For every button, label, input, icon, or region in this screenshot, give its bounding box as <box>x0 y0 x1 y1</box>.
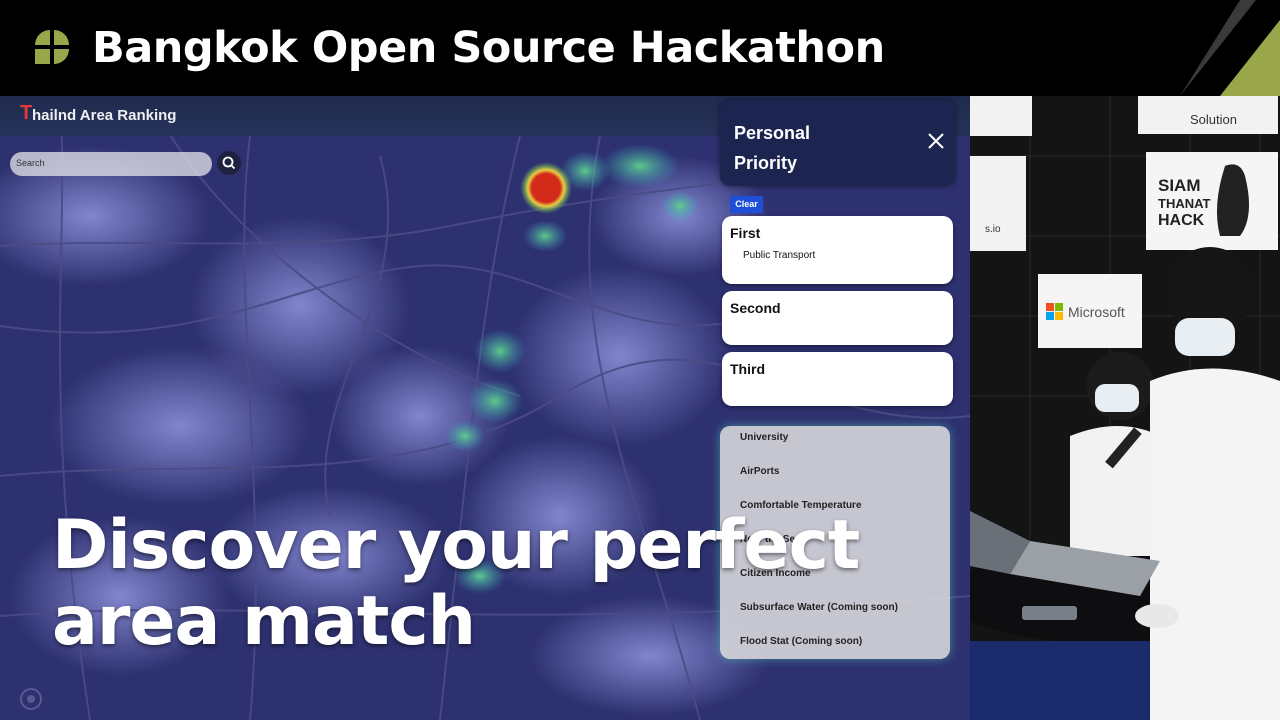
video-caption: Discover your perfect area match <box>52 506 860 661</box>
svg-text:Solution: Solution <box>1190 112 1237 127</box>
priority-slot-third[interactable]: Third <box>722 352 953 406</box>
svg-text:THANAT: THANAT <box>1158 196 1211 211</box>
svg-text:SIAM: SIAM <box>1158 176 1201 195</box>
search-icon[interactable] <box>217 151 241 175</box>
four-leaf-logo-icon <box>35 30 69 64</box>
slot-label: Second <box>730 300 781 316</box>
broadcast-banner: Bangkok Open Source Hackathon <box>0 0 1280 96</box>
slot-label: First <box>730 225 761 241</box>
app-title: hailnd Area Ranking <box>32 107 177 124</box>
priority-slot-first[interactable]: First Public Transport <box>722 216 953 284</box>
locate-icon[interactable] <box>18 686 44 712</box>
priority-slot-second[interactable]: Second <box>722 291 953 345</box>
search-input[interactable]: Search <box>10 152 212 176</box>
search-placeholder: Search <box>16 158 45 168</box>
corner-stripe-decoration <box>1180 0 1280 96</box>
presenters-photo: s.io Solution SIAM THANAT HACK Microsoft <box>970 96 1280 720</box>
personal-priority-title: Personal Priority <box>734 123 811 173</box>
screen-capture: T hailnd Area Ranking Search Personal Pr… <box>0 96 970 720</box>
clear-button[interactable]: Clear <box>730 196 763 213</box>
svg-text:Microsoft: Microsoft <box>1068 304 1125 320</box>
personal-priority-header: Personal Priority <box>720 100 955 186</box>
svg-text:HACK: HACK <box>1158 212 1205 229</box>
slot-value[interactable]: Public Transport <box>743 250 815 261</box>
list-item[interactable]: University <box>740 432 788 443</box>
svg-text:s.io: s.io <box>985 224 1001 235</box>
close-icon[interactable] <box>925 130 947 152</box>
camera-feed: s.io Solution SIAM THANAT HACK Microsoft <box>970 96 1280 720</box>
slot-label: Third <box>730 361 765 377</box>
list-item[interactable]: AirPorts <box>740 466 779 477</box>
banner-title: Bangkok Open Source Hackathon <box>92 23 885 73</box>
app-logo: T <box>20 102 33 124</box>
